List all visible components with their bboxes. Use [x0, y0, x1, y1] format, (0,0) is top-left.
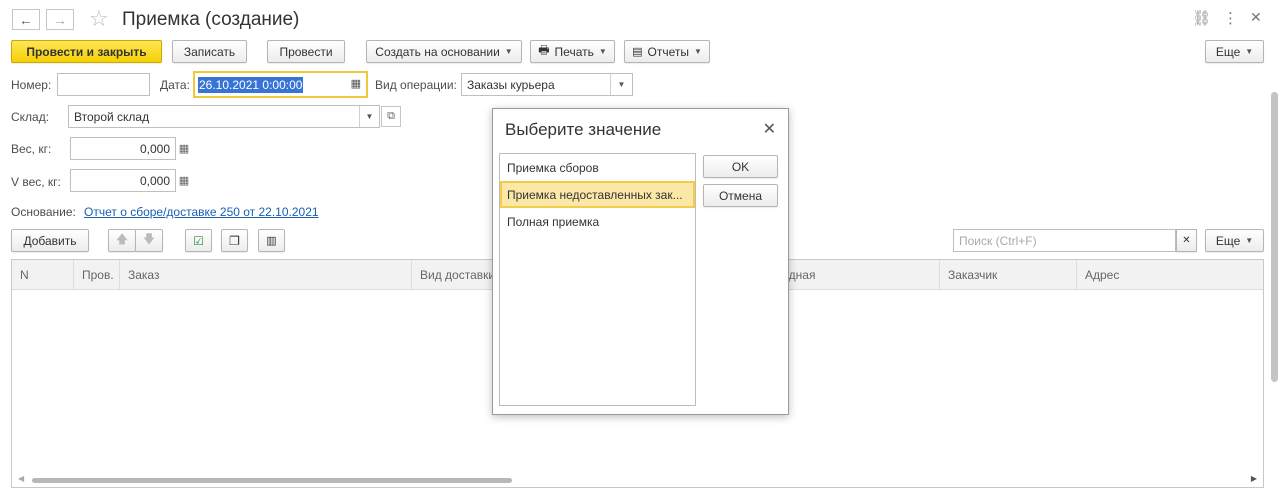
- choose-value-dialog: Выберите значение ✕ Приемка сборов Прием…: [492, 108, 789, 415]
- number-field[interactable]: [57, 73, 150, 96]
- post-and-close-label: Провести и закрыть: [26, 44, 147, 59]
- column-order[interactable]: Заказ: [120, 260, 412, 290]
- post-and-close-button[interactable]: Провести и закрыть: [11, 40, 162, 63]
- date-field[interactable]: 26.10.2021 0:00:00 ▦: [193, 71, 368, 98]
- chevron-down-icon: ▼: [1245, 236, 1254, 245]
- chevron-down-icon: ▼: [504, 47, 513, 56]
- calendar-icon[interactable]: ▦: [351, 77, 361, 90]
- kebab-menu-icon[interactable]: ⋮: [1223, 9, 1238, 27]
- print-button[interactable]: 🖶 Печать ▼: [530, 40, 615, 63]
- operation-select[interactable]: Заказы курьера ▼: [461, 73, 633, 96]
- column-customer[interactable]: Заказчик: [940, 260, 1077, 290]
- fill-button[interactable]: ☑: [185, 229, 212, 252]
- more-button[interactable]: Еще ▼: [1205, 40, 1264, 63]
- printer-icon: 🖶: [538, 43, 550, 57]
- vertical-scrollbar[interactable]: [1271, 92, 1278, 382]
- print-label: Печать: [554, 44, 594, 59]
- basis-link[interactable]: Отчет о сборе/доставке 250 от 22.10.2021: [84, 205, 319, 219]
- move-down-button[interactable]: 🡇: [135, 229, 163, 252]
- scroll-thumb[interactable]: [32, 478, 512, 483]
- clear-search-button[interactable]: ✕: [1176, 229, 1197, 252]
- chevron-down-icon: ▼: [598, 47, 607, 56]
- date-label: Дата:: [160, 78, 190, 92]
- scroll-right-icon[interactable]: ▶: [1251, 474, 1257, 483]
- check-list-icon: ☑: [193, 233, 204, 248]
- create-based-on-button[interactable]: Создать на основании ▼: [366, 40, 522, 63]
- options-list: Приемка сборов Приемка недоставленных за…: [499, 153, 696, 406]
- barcode-button[interactable]: ▥: [258, 229, 285, 252]
- column-delivery-type[interactable]: Вид доставки: [412, 260, 498, 290]
- basis-label: Основание:: [11, 205, 76, 219]
- star-icon[interactable]: ☆: [89, 6, 109, 32]
- table-more-label: Еще: [1215, 233, 1241, 248]
- forward-button[interactable]: →: [46, 9, 74, 30]
- add-button[interactable]: Добавить: [11, 229, 89, 252]
- save-button[interactable]: Записать: [172, 40, 247, 63]
- report-icon: ▤: [632, 46, 643, 58]
- copy-icon: ❐: [229, 233, 240, 248]
- list-item[interactable]: Полная приемка: [500, 208, 695, 235]
- column-invoice[interactable]: адная: [780, 260, 940, 290]
- list-item-selected[interactable]: Приемка недоставленных зак...: [500, 181, 695, 208]
- operation-label: Вид операции:: [375, 78, 457, 92]
- page-title: Приемка (создание): [122, 9, 300, 30]
- post-label: Провести: [279, 44, 333, 59]
- copy-button[interactable]: ❐: [221, 229, 248, 252]
- horizontal-scrollbar[interactable]: ◀ ▶: [12, 473, 1263, 485]
- chevron-down-icon[interactable]: ▼: [610, 74, 632, 95]
- list-item[interactable]: Приемка сборов: [500, 154, 695, 181]
- weight-field[interactable]: 0,000: [70, 137, 176, 160]
- vweight-field[interactable]: 0,000: [70, 169, 176, 192]
- operation-value: Заказы курьера: [467, 77, 555, 92]
- column-address[interactable]: Адрес: [1077, 260, 1263, 290]
- date-value: 26.10.2021 0:00:00: [198, 76, 304, 93]
- close-icon[interactable]: ✕: [763, 119, 776, 139]
- move-up-button[interactable]: 🡅: [108, 229, 136, 252]
- open-icon[interactable]: ⧉: [381, 106, 401, 127]
- weight-label: Вес, кг:: [11, 142, 52, 156]
- warehouse-select[interactable]: Второй склад ▼: [68, 105, 380, 128]
- number-label: Номер:: [11, 78, 52, 92]
- warehouse-label: Склад:: [11, 110, 50, 124]
- vweight-label: V вес, кг:: [11, 175, 61, 189]
- reports-button[interactable]: ▤ Отчеты ▼: [624, 40, 710, 63]
- cancel-label: Отмена: [718, 188, 763, 203]
- calculator-icon[interactable]: ▦: [174, 170, 194, 191]
- close-icon[interactable]: ✕: [1250, 9, 1262, 26]
- back-button[interactable]: ←: [12, 9, 40, 30]
- link-icon[interactable]: ⛓: [1192, 9, 1211, 27]
- chevron-down-icon: ▼: [1245, 47, 1254, 56]
- dialog-title: Выберите значение: [505, 120, 662, 139]
- arrow-left-icon: ←: [19, 11, 33, 28]
- barcode-icon: ▥: [266, 235, 277, 247]
- column-posted[interactable]: Пров.: [74, 260, 120, 290]
- close-icon: ✕: [1182, 235, 1191, 246]
- post-button[interactable]: Провести: [267, 40, 345, 63]
- ok-button[interactable]: OK: [703, 155, 778, 178]
- ok-label: OK: [731, 159, 750, 174]
- chevron-down-icon: ▼: [693, 47, 702, 56]
- scroll-left-icon[interactable]: ◀: [18, 474, 24, 483]
- chevron-down-icon[interactable]: ▼: [359, 106, 379, 127]
- arrow-right-icon: →: [53, 11, 67, 28]
- arrow-up-icon: 🡅: [115, 232, 129, 246]
- column-n[interactable]: N: [12, 260, 74, 290]
- save-label: Записать: [183, 44, 236, 59]
- search-input[interactable]: Поиск (Ctrl+F): [953, 229, 1176, 252]
- calculator-icon[interactable]: ▦: [174, 138, 194, 159]
- reports-label: Отчеты: [647, 44, 689, 59]
- create-based-label: Создать на основании: [375, 44, 500, 59]
- more-label: Еще: [1215, 44, 1241, 59]
- table-more-button[interactable]: Еще ▼: [1205, 229, 1264, 252]
- add-label: Добавить: [23, 233, 77, 248]
- cancel-button[interactable]: Отмена: [703, 184, 778, 207]
- arrow-down-icon: 🡇: [142, 232, 156, 246]
- warehouse-value: Второй склад: [74, 109, 150, 124]
